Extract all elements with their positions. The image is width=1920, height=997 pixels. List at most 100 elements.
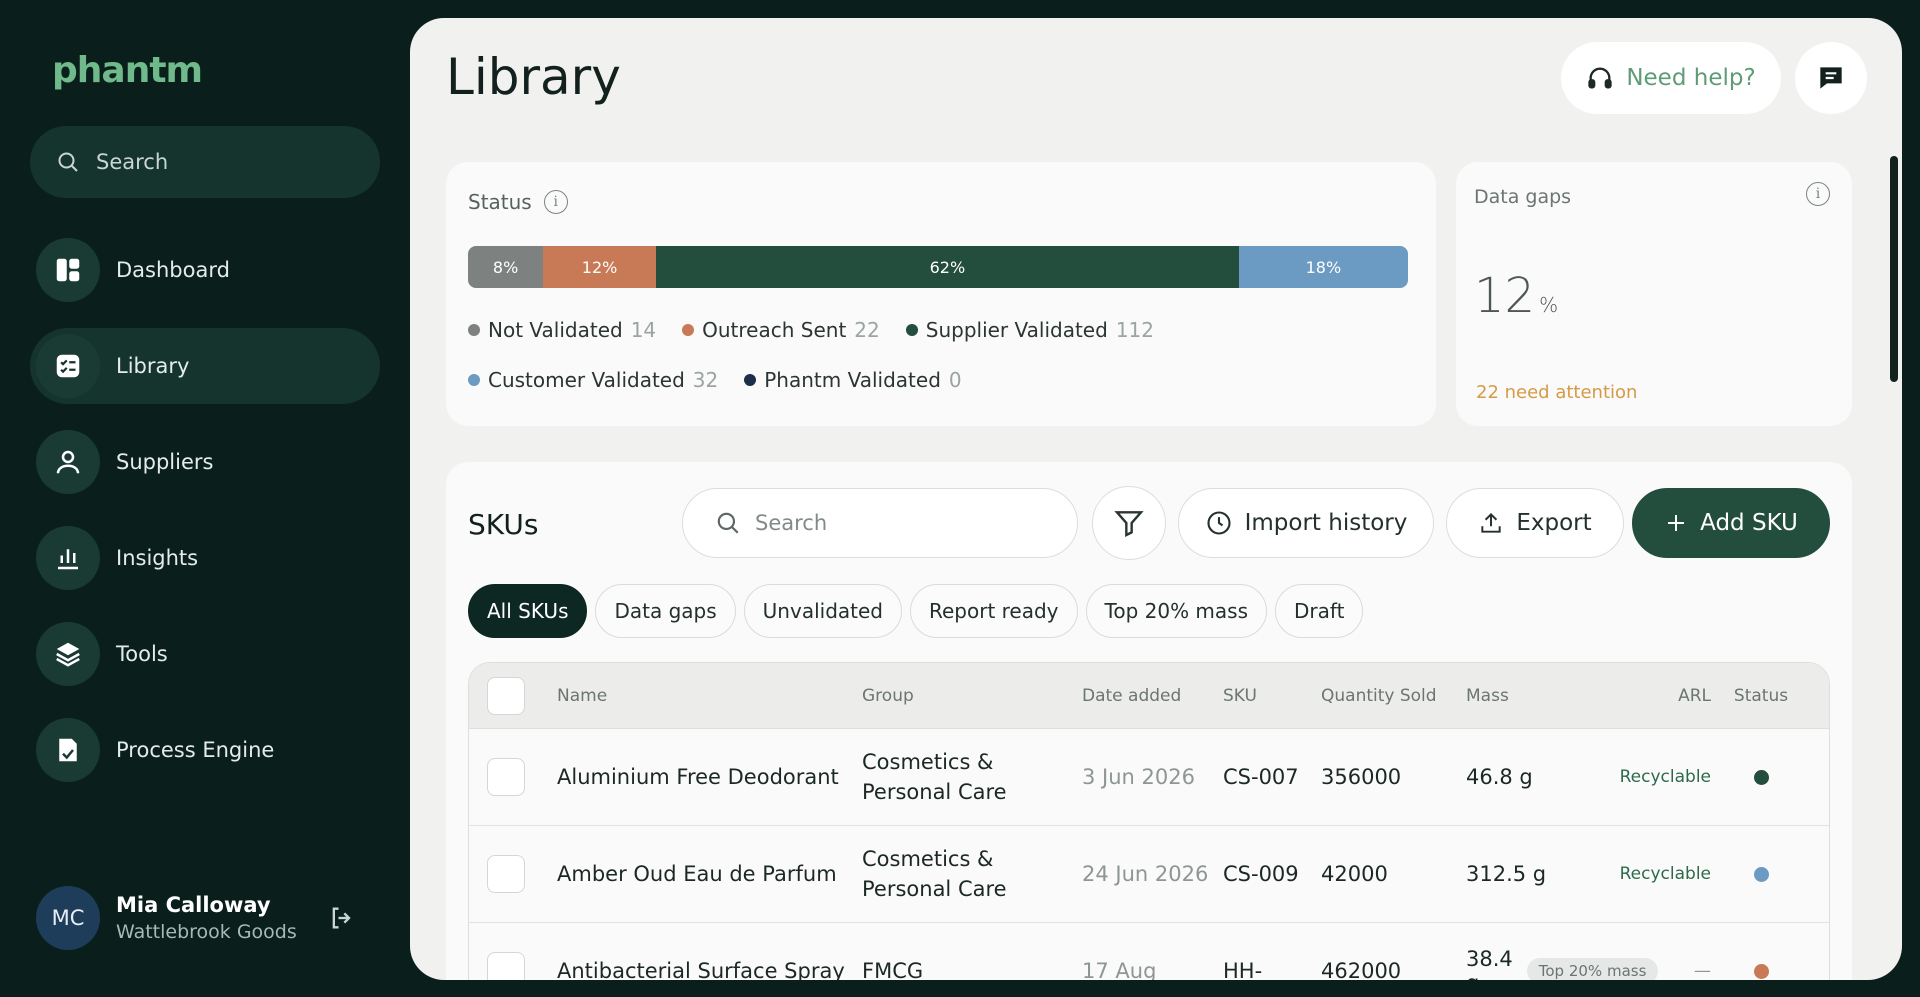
need-help-button[interactable]: Need help? [1561,42,1781,114]
row-checkbox[interactable] [487,952,525,980]
table-row[interactable]: Antibacterial Surface Spray FMCG 17 Aug … [469,923,1829,980]
clock-icon [1207,511,1231,535]
status-segment-not-validated[interactable]: 8% [468,246,544,288]
row-quantity: 462000 [1321,959,1402,980]
sku-table: Name Group Date added SKU Quantity Sold … [468,662,1830,980]
sidebar-search-placeholder: Search [96,150,169,174]
library-icon [36,334,100,398]
row-sku: CS-009 [1223,862,1299,886]
row-arl: — [1694,961,1711,980]
import-history-button[interactable]: Import history [1178,488,1434,558]
filter-button[interactable] [1092,486,1166,560]
export-button[interactable]: Export [1446,488,1624,558]
row-checkbox[interactable] [487,758,525,796]
page-scrollbar[interactable] [1890,156,1898,382]
status-segment-customer-validated[interactable]: 18% [1238,246,1408,288]
column-header-sku[interactable]: SKU [1223,681,1321,711]
info-icon[interactable]: i [1806,182,1830,206]
status-segment-outreach-sent[interactable]: 12% [543,246,656,288]
tab-report-ready[interactable]: Report ready [909,584,1078,638]
status-segment-supplier-validated[interactable]: 62% [655,246,1239,288]
sidebar-item-tools[interactable]: Tools [30,616,380,692]
user-profile[interactable]: MC Mia Calloway Wattlebrook Goods [36,886,376,950]
add-sku-label: Add SKU [1700,510,1798,536]
legend-item: Not Validated 14 [468,318,656,342]
tab-unvalidated[interactable]: Unvalidated [743,584,902,638]
export-label: Export [1516,510,1592,536]
sidebar-item-dashboard[interactable]: Dashboard [30,232,380,308]
sidebar-item-label: Insights [116,546,199,570]
sku-search-input[interactable]: Search [682,488,1078,558]
row-date: 17 Aug [1082,959,1157,980]
select-all-checkbox[interactable] [487,676,525,715]
column-header-name[interactable]: Name [557,686,862,706]
legend-dot [468,324,480,336]
sidebar-search-input[interactable]: Search [30,126,380,198]
headphones-icon [1588,67,1612,89]
row-mass: 312.5 g [1466,862,1596,886]
row-name[interactable]: Antibacterial Surface Spray [557,959,862,980]
chat-button[interactable] [1795,42,1867,114]
sidebar-item-label: Process Engine [116,738,275,762]
status-progress-bar: 8% 12% 62% 18% [468,246,1408,288]
legend-dot [905,324,918,336]
upload-icon [1481,512,1501,533]
sku-search-placeholder: Search [755,511,828,535]
data-gaps-attention[interactable]: 22 need attention [1476,382,1637,403]
column-header-date[interactable]: Date added [1082,681,1223,711]
column-header-arl[interactable]: ARL [1596,686,1711,706]
sidebar-item-library[interactable]: Library [30,328,380,404]
tab-draft[interactable]: Draft [1275,584,1364,638]
legend-count: 112 [1115,318,1154,342]
legend-dot [744,374,757,386]
user-org: Wattlebrook Goods [116,921,297,943]
sidebar-item-process-engine[interactable]: Process Engine [30,712,380,788]
sidebar: phantm Search Dashboard Library Supplier… [0,0,410,997]
column-header-quantity[interactable]: Quantity Sold [1321,686,1466,706]
row-name[interactable]: Aluminium Free Deodorant [557,765,862,789]
data-gaps-title: Data gaps [1474,186,1572,208]
column-header-mass[interactable]: Mass [1466,686,1596,706]
legend-item: Outreach Sent 22 [682,318,880,342]
add-sku-button[interactable]: Add SKU [1632,488,1830,558]
document-check-icon [36,718,100,782]
legend-label: Phantm Validated [764,368,941,392]
data-gaps-number: 12 [1474,268,1536,324]
status-legend: Not Validated 14 Outreach Sent 22 Supplier… [468,318,1428,392]
column-header-group[interactable]: Group [862,681,1082,711]
row-name[interactable]: Amber Oud Eau de Parfum [557,862,862,886]
row-arl: Recyclable [1619,767,1711,787]
table-row[interactable]: Amber Oud Eau de Parfum Cosmetics & Pers… [469,826,1829,923]
data-gaps-card: Data gaps i 12% 22 need attention [1456,162,1852,426]
tab-top-20-mass[interactable]: Top 20% mass [1085,584,1268,638]
need-help-label: Need help? [1626,65,1756,91]
table-header: Name Group Date added SKU Quantity Sold … [469,663,1829,729]
info-icon[interactable]: i [543,190,568,214]
legend-label: Supplier Validated [925,318,1108,342]
data-gaps-value: 12% [1474,268,1558,324]
table-row[interactable]: Aluminium Free Deodorant Cosmetics & Per… [469,729,1829,826]
tab-data-gaps[interactable]: Data gaps [595,584,736,638]
column-header-status[interactable]: Status [1711,686,1811,706]
legend-dot [468,374,480,386]
sidebar-item-insights[interactable]: Insights [30,520,380,596]
row-group: Cosmetics & Personal Care [862,847,1007,901]
sku-filter-tabs: All SKUs Data gaps Unvalidated Report re… [468,584,1364,638]
layers-icon [36,622,100,686]
phantm-logo[interactable]: phantm [52,50,203,91]
sidebar-nav: Dashboard Library Suppliers Insights Too… [30,232,380,808]
row-mass-value: 312.5 g [1466,862,1547,886]
logout-icon[interactable] [328,904,356,936]
row-arl: Recyclable [1619,864,1711,884]
row-checkbox[interactable] [487,855,525,893]
row-date: 3 Jun 2026 [1082,765,1195,789]
sidebar-item-suppliers[interactable]: Suppliers [30,424,380,500]
legend-item: Supplier Validated 112 [905,318,1154,342]
skus-title: SKUs [468,508,539,541]
legend-dot [682,324,695,336]
chat-icon [1820,67,1842,89]
row-sku: HH- [1223,959,1263,980]
row-mass: 46.8 g [1466,765,1596,789]
legend-count: 0 [948,368,962,392]
tab-all-skus[interactable]: All SKUs [468,584,588,638]
